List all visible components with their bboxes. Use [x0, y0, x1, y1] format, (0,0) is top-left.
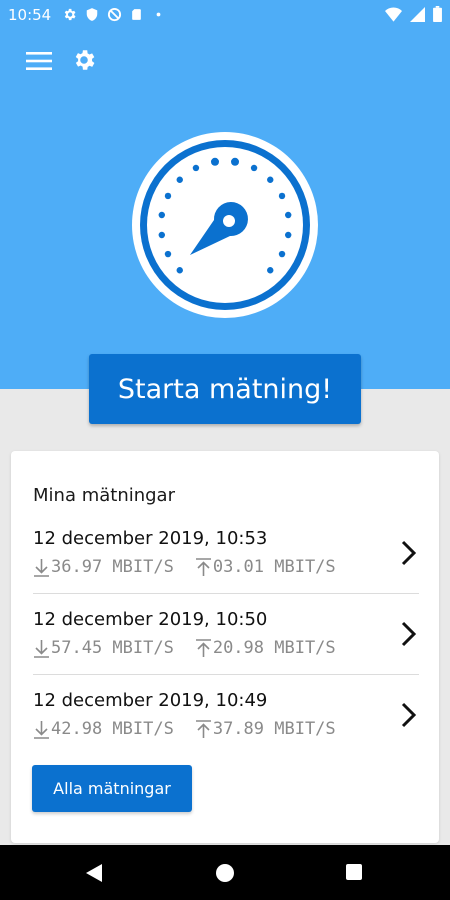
download-arrow-icon [34, 558, 49, 577]
app-bar [0, 30, 450, 90]
gauge-tick [278, 192, 286, 200]
measurement-speeds: 42.98 MBIT/S 37.89 MBIT/S [33, 719, 336, 739]
upload-arrow-icon [195, 557, 211, 576]
download-value: 42.98 MBIT/S [51, 719, 174, 739]
gauge-tick [176, 176, 183, 183]
upload-speed: 20.98 MBIT/S [195, 638, 336, 658]
upload-speed: 03.01 MBIT/S [195, 557, 336, 577]
wifi-icon [385, 6, 402, 22]
gauge-tick [250, 164, 258, 172]
start-measurement-button[interactable]: Starta mätning! [89, 354, 361, 424]
measurement-row[interactable]: 12 december 2019, 10:53 36.97 MBIT/S 03.… [33, 523, 419, 603]
gear-status-icon [64, 8, 76, 21]
dot-status-icon [156, 12, 161, 17]
battery-icon [433, 6, 442, 22]
gauge-tick [176, 267, 183, 274]
download-speed: 36.97 MBIT/S [33, 557, 174, 577]
card-title: Mina mätningar [33, 485, 175, 506]
download-speed: 42.98 MBIT/S [33, 719, 174, 739]
upload-speed: 37.89 MBIT/S [195, 719, 336, 739]
status-bar: 10:54 [0, 0, 450, 30]
download-arrow-icon [34, 639, 49, 658]
hero-panel [0, 30, 450, 389]
signal-icon [410, 6, 425, 22]
row-divider [33, 593, 419, 594]
measurement-date: 12 december 2019, 10:50 [33, 609, 268, 630]
gauge-tick [192, 164, 200, 172]
blocked-status-icon [107, 7, 122, 22]
chevron-right-icon [401, 540, 417, 566]
measurement-row[interactable]: 12 december 2019, 10:50 57.45 MBIT/S 20.… [33, 604, 419, 684]
status-notification-icons [62, 7, 166, 22]
gear-icon[interactable] [71, 47, 97, 73]
download-value: 57.45 MBIT/S [51, 638, 174, 658]
gauge-tick [164, 192, 172, 200]
measurement-speeds: 36.97 MBIT/S 03.01 MBIT/S [33, 557, 336, 577]
download-speed: 57.45 MBIT/S [33, 638, 174, 658]
measurement-date: 12 december 2019, 10:53 [33, 528, 268, 549]
gauge-tick [278, 250, 286, 258]
measurements-card: Mina mätningar 12 december 2019, 10:53 3… [11, 451, 439, 843]
row-divider [33, 674, 419, 675]
upload-value: 37.89 MBIT/S [212, 719, 336, 739]
hamburger-menu-icon[interactable] [26, 50, 52, 72]
home-circle-icon[interactable] [216, 864, 234, 882]
gauge-tick [158, 211, 165, 219]
gauge-tick [158, 231, 165, 239]
all-measurements-button[interactable]: Alla mätningar [32, 765, 192, 812]
chevron-right-icon [401, 621, 417, 647]
download-arrow-icon [34, 720, 49, 739]
measurement-row[interactable]: 12 december 2019, 10:49 42.98 MBIT/S 37.… [33, 685, 419, 765]
gauge-tick [210, 157, 219, 166]
measurement-speeds: 57.45 MBIT/S 20.98 MBIT/S [33, 638, 336, 658]
system-nav-bar [0, 845, 450, 900]
gauge-tick [285, 231, 292, 239]
upload-arrow-icon [195, 638, 211, 657]
upload-value: 03.01 MBIT/S [212, 557, 336, 577]
sd-card-status-icon [132, 9, 141, 20]
status-system-icons [385, 6, 442, 22]
gauge-tick [267, 267, 274, 274]
gauge-tick [267, 176, 274, 183]
chevron-right-icon [401, 702, 417, 728]
status-time: 10:54 [8, 6, 52, 24]
back-triangle-icon[interactable] [84, 862, 104, 884]
shield-status-icon [86, 8, 98, 21]
gauge-tick [285, 211, 292, 219]
upload-value: 20.98 MBIT/S [212, 638, 336, 658]
download-value: 36.97 MBIT/S [51, 557, 174, 577]
upload-arrow-icon [195, 719, 211, 738]
gauge-tick [231, 157, 240, 166]
speedometer-gauge-icon [132, 132, 318, 318]
recents-square-icon[interactable] [346, 864, 362, 880]
gauge-tick [164, 250, 172, 258]
measurement-date: 12 december 2019, 10:49 [33, 690, 268, 711]
